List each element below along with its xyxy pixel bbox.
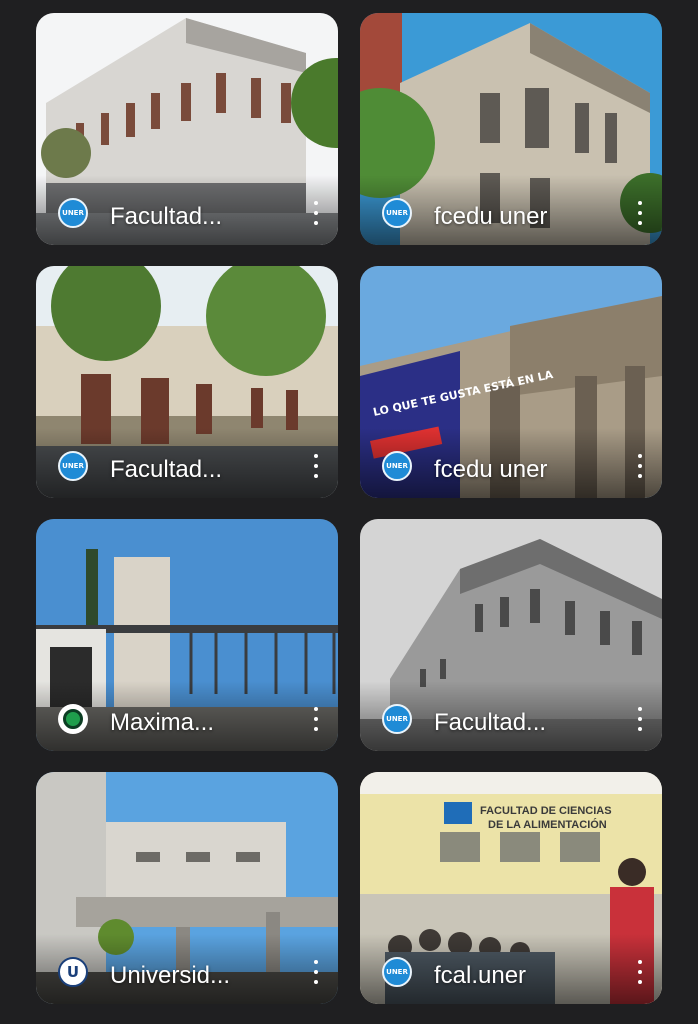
album-card-7[interactable]: U Universid... — [36, 772, 338, 1004]
album-card-2[interactable]: UNER fcedu uner — [360, 13, 662, 245]
more-options-icon[interactable] — [636, 454, 644, 478]
album-title: Facultad... — [434, 709, 547, 736]
more-options-icon[interactable] — [312, 707, 320, 731]
album-title: fcedu uner — [434, 456, 548, 483]
sign-line-2: DE LA ALIMENTACIÓN — [488, 818, 607, 831]
uner-logo-icon: UNER — [382, 957, 412, 987]
album-title: Maxima... — [110, 709, 215, 736]
album-card-8[interactable]: FACULTAD DE CIENCIAS DE LA ALIMENTACIÓN … — [360, 772, 662, 1004]
uner-logo-icon: UNER — [382, 704, 412, 734]
album-card-4[interactable]: LO QUE TE GUSTA ESTÁ EN LA UNER fcedu un… — [360, 266, 662, 498]
more-options-icon[interactable] — [312, 201, 320, 225]
more-options-icon[interactable] — [312, 454, 320, 478]
sign-line-1: FACULTAD DE CIENCIAS — [480, 805, 612, 817]
uner-logo-icon: UNER — [382, 198, 412, 228]
more-options-icon[interactable] — [636, 201, 644, 225]
album-title: Universid... — [110, 962, 231, 989]
u-logo-icon: U — [58, 957, 88, 987]
more-options-icon[interactable] — [636, 960, 644, 984]
more-options-icon[interactable] — [312, 960, 320, 984]
album-title: Facultad... — [110, 456, 223, 483]
album-card-5[interactable]: Maxima... — [36, 519, 338, 751]
green-ring-icon — [58, 704, 88, 734]
album-title: Facultad... — [110, 203, 223, 230]
more-options-icon[interactable] — [636, 707, 644, 731]
album-card-6[interactable]: UNER Facultad... — [360, 519, 662, 751]
album-card-1[interactable]: UNER Facultad... — [36, 13, 338, 245]
uner-logo-icon: UNER — [382, 451, 412, 481]
album-title: fcedu uner — [434, 203, 548, 230]
album-title: fcal.uner — [434, 962, 527, 989]
uner-logo-icon: UNER — [58, 451, 88, 481]
album-card-3[interactable]: UNER Facultad... — [36, 266, 338, 498]
uner-logo-icon: UNER — [58, 198, 88, 228]
